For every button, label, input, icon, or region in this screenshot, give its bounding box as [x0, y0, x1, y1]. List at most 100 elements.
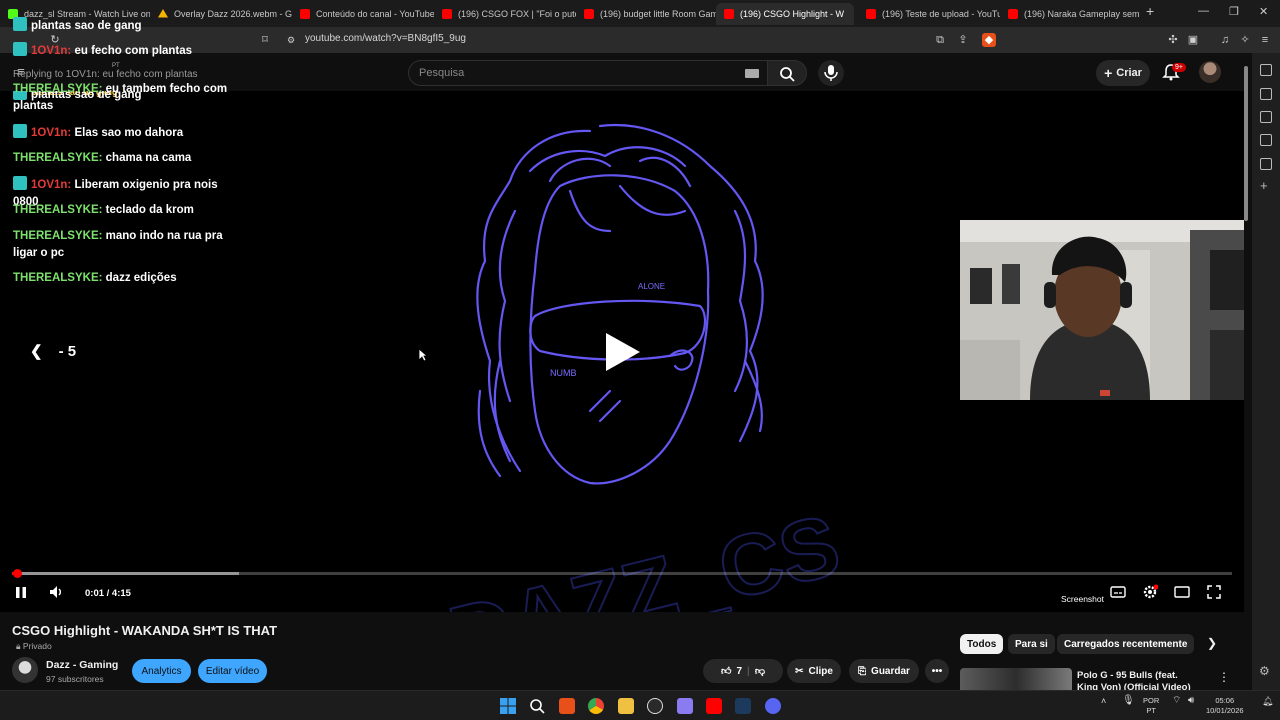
- share-icon[interactable]: ⇪: [956, 33, 970, 47]
- window-close-icon[interactable]: ✕: [1259, 5, 1268, 18]
- tab-label: (196) Naraka Gameplay sem co: [1024, 9, 1142, 19]
- taskbar-search-icon[interactable]: [529, 698, 545, 714]
- chat-user: 1OV1n:: [31, 45, 72, 57]
- screenshot-button[interactable]: Screenshot: [1061, 594, 1104, 604]
- new-tab-button[interactable]: +: [1146, 3, 1154, 19]
- settings-gear-icon[interactable]: [1142, 584, 1158, 600]
- youtube-icon: [442, 9, 452, 19]
- game-controller-icon[interactable]: [677, 698, 693, 714]
- bookmarks-icon[interactable]: [1260, 134, 1272, 146]
- sidebar-toggle-icon[interactable]: ▣: [1186, 33, 1200, 47]
- profile-avatar[interactable]: [1199, 61, 1221, 83]
- clock[interactable]: 05:06 10/01/2026: [1206, 696, 1244, 716]
- edit-video-button[interactable]: Editar vídeo: [198, 659, 267, 683]
- brave-browser-icon[interactable]: [559, 698, 575, 714]
- chat-text: Elas sao mo dahora: [74, 127, 184, 139]
- obs-icon[interactable]: [647, 698, 663, 714]
- tab-label: (196) CSGO FOX | "Foi o puto (: [458, 9, 576, 19]
- chat-badge-icon: [13, 17, 27, 31]
- scrubber-handle[interactable]: [12, 569, 22, 578]
- wallet-icon[interactable]: [1260, 111, 1272, 123]
- chat-user: THEREALSYKE:: [13, 83, 103, 95]
- recommended-thumbnail[interactable]: [960, 668, 1072, 690]
- chat-badge-icon: [13, 124, 27, 138]
- extensions-icon[interactable]: ✣: [1166, 33, 1180, 47]
- play-icon[interactable]: [602, 331, 642, 373]
- tray-chevron-icon[interactable]: ˄: [1101, 696, 1106, 706]
- speaker-icon[interactable]: 🔊︎: [1188, 696, 1194, 706]
- fullscreen-icon[interactable]: [1206, 584, 1222, 600]
- file-explorer-icon[interactable]: [618, 698, 634, 714]
- browser-tab-budget-room[interactable]: (196) budget little Room Gamin: [576, 3, 716, 25]
- video-player[interactable]: DAZZ_CS NUMB ALONE plantas sao de gang p…: [0, 91, 1244, 612]
- seek-back-indicator[interactable]: ❮ - 5: [30, 342, 76, 361]
- steam-icon[interactable]: [735, 698, 751, 714]
- reading-list-icon[interactable]: [1260, 158, 1272, 170]
- save-button[interactable]: ⎘ Guardar: [849, 659, 919, 683]
- search-placeholder: Pesquisa: [419, 67, 465, 79]
- channel-name[interactable]: Dazz - Gaming: [46, 659, 118, 671]
- theater-mode-icon[interactable]: [1174, 584, 1190, 600]
- add-panel-icon[interactable]: +: [1260, 178, 1268, 193]
- language-indicator[interactable]: POR PT: [1143, 696, 1159, 716]
- chrome-icon[interactable]: [588, 698, 604, 714]
- progress-bar[interactable]: [12, 569, 1232, 578]
- webcam-overlay: [960, 220, 1244, 400]
- filter-chip-for-you[interactable]: Para si: [1008, 634, 1055, 654]
- music-icon[interactable]: ♫: [1218, 33, 1232, 47]
- browser-tab-naraka[interactable]: (196) Naraka Gameplay sem co: [1000, 3, 1142, 25]
- keyboard-icon[interactable]: [745, 69, 759, 78]
- more-vertical-icon[interactable]: ⋮: [1218, 670, 1230, 684]
- search-input[interactable]: Pesquisa: [408, 60, 768, 86]
- ai-leo-icon[interactable]: [1260, 64, 1272, 76]
- wifi-icon[interactable]: ⌔: [1172, 696, 1181, 706]
- like-button[interactable]: 👍︎ 7: [721, 665, 743, 678]
- channel-avatar[interactable]: [12, 657, 38, 683]
- minimize-icon[interactable]: —: [1198, 5, 1209, 17]
- chat-message: plantas sao de gang: [13, 17, 243, 35]
- youtube-app-icon[interactable]: [706, 698, 722, 714]
- thumbs-up-icon: 👍︎: [721, 666, 732, 677]
- video-info-section: CSGO Highlight - WAKANDA SH*T IS THAT 🔒︎…: [0, 612, 1280, 693]
- thumbs-down-icon[interactable]: 👎︎: [755, 665, 765, 677]
- sidebar-settings-icon[interactable]: ⚙: [1259, 664, 1270, 678]
- create-button[interactable]: + Criar: [1096, 60, 1150, 86]
- site-info-icon[interactable]: ⚙: [284, 33, 298, 47]
- bookmark-icon[interactable]: ⌑: [258, 33, 272, 47]
- ai-assistant-icon[interactable]: ✧: [1238, 33, 1252, 47]
- like-count: 7: [736, 665, 743, 677]
- chat-message: THEREALSYKE: eu tambem fecho com plantas: [13, 81, 243, 115]
- scrollbar-thumb[interactable]: [1244, 66, 1248, 221]
- clip-button[interactable]: ✂ Clipe: [787, 659, 841, 683]
- menu-icon[interactable]: ≡: [1258, 33, 1272, 47]
- pause-icon[interactable]: [14, 584, 28, 600]
- discord-icon[interactable]: [765, 698, 781, 714]
- page-scrollbar[interactable]: [1243, 60, 1249, 680]
- search-button[interactable]: [767, 60, 807, 86]
- analytics-button[interactable]: Analytics: [132, 659, 191, 683]
- windows-start-icon[interactable]: [500, 698, 516, 714]
- brave-shield-icon[interactable]: ◆: [982, 33, 996, 47]
- notification-center-icon[interactable]: 🔔︎: [1262, 696, 1273, 706]
- chat-user: THEREALSYKE:: [13, 230, 103, 242]
- open-external-icon[interactable]: ⧉: [933, 33, 947, 47]
- browser-tab-content[interactable]: Conteúdo do canal - YouTube: [292, 3, 434, 25]
- volume-icon[interactable]: [48, 584, 64, 600]
- chevron-right-icon[interactable]: ❯: [1207, 636, 1217, 650]
- browser-tab-csgo-fox[interactable]: (196) CSGO FOX | "Foi o puto (: [434, 3, 576, 25]
- voice-search-button[interactable]: [818, 60, 844, 86]
- chat-text: teclado da krom: [105, 204, 194, 216]
- maximize-icon[interactable]: ❐: [1229, 5, 1239, 18]
- filter-chip-recent[interactable]: Carregados recentemente: [1057, 634, 1195, 654]
- tray-mic-icon[interactable]: 🎙︎: [1122, 696, 1135, 706]
- filter-chip-all[interactable]: Todos: [960, 634, 1004, 654]
- more-actions-button[interactable]: •••: [925, 659, 949, 683]
- browser-tab-upload-test[interactable]: (196) Teste de upload - YouTub: [858, 3, 1000, 25]
- browser-sidebar: + ⚙: [1252, 53, 1280, 690]
- url-field[interactable]: youtube.com/watch?v=BN8gfI5_9ug: [305, 33, 466, 44]
- chat-message: 1OV1n: eu fecho com plantas: [13, 42, 243, 60]
- browser-tab-csgo-highlight[interactable]: (196) CSGO Highlight - W ✕: [716, 3, 854, 25]
- subtitles-icon[interactable]: [1110, 584, 1126, 600]
- wallet-icon[interactable]: [1260, 88, 1272, 100]
- art-text-numb: NUMB: [550, 368, 577, 378]
